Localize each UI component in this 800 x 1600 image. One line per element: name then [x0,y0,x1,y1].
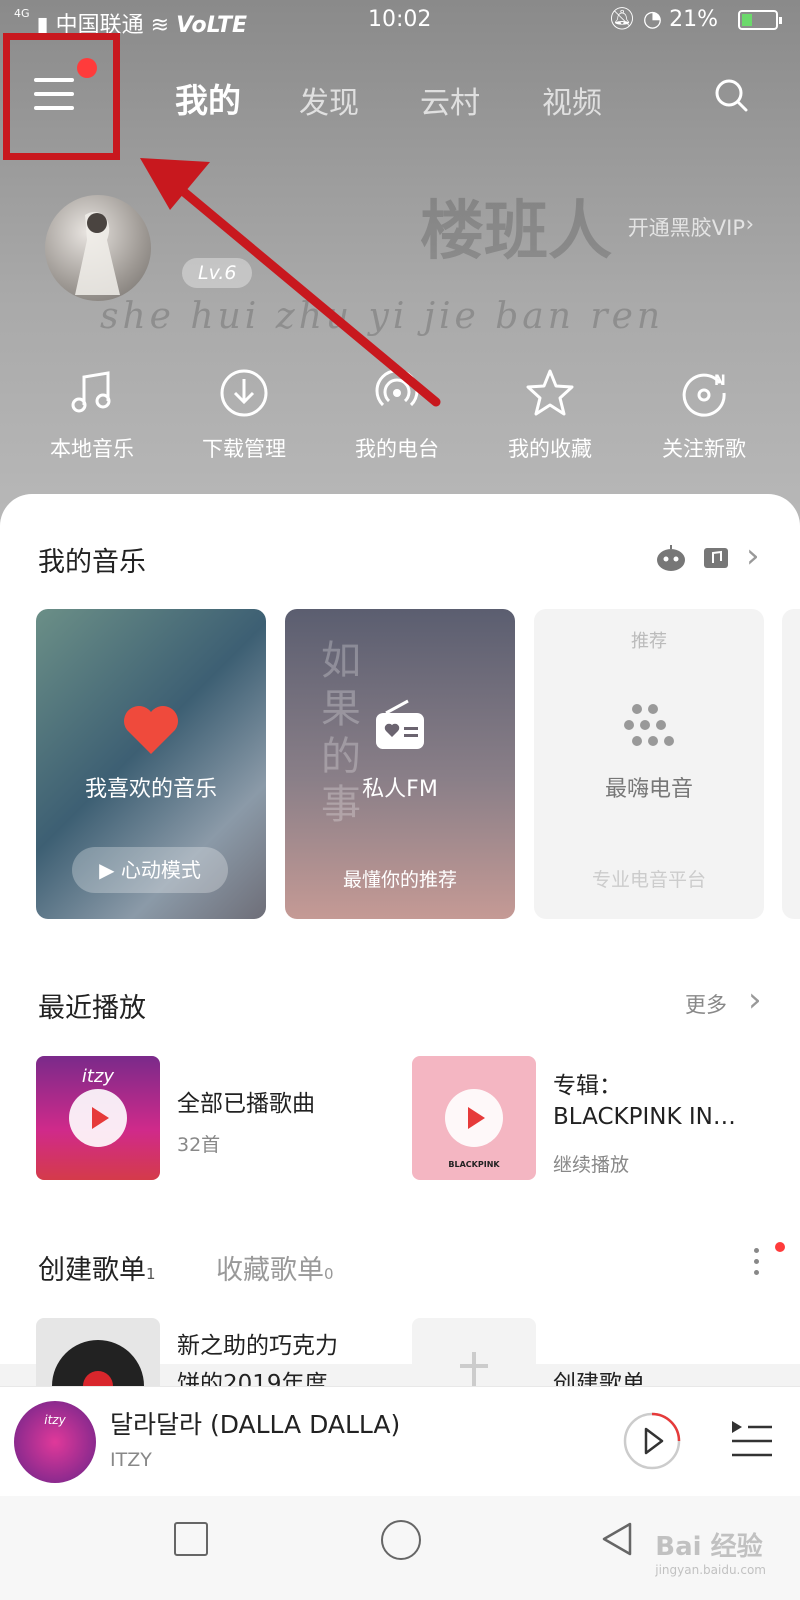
quick-action-downloads[interactable]: 下载管理 [169,365,319,463]
chevron-right-icon[interactable]: › [748,980,762,1020]
playlist-queue-icon[interactable] [728,1415,776,1463]
music-box-icon[interactable] [702,544,730,572]
tile-subtitle: 最懂你的推荐 [342,869,457,891]
recent-item-status: 继续播放 [553,1154,630,1176]
album-art-text: BLACKPINK [448,1160,500,1169]
create-playlist-button[interactable] [412,1318,536,1386]
recent-item-title-line2[interactable]: BLACKPINK IN… [553,1104,763,1130]
svg-text:N: N [714,373,726,389]
quick-action-local-music[interactable]: 本地音乐 [17,365,167,463]
battery-icon [738,10,782,30]
radio-icon [375,369,419,407]
recents-button[interactable] [174,1522,208,1556]
alarm-icon: ◔ [642,7,663,32]
now-playing-artist: ITZY [110,1449,152,1471]
tab-video[interactable]: 视频 [542,78,602,122]
playlist-cover[interactable] [36,1318,160,1386]
tile-title: 我喜欢的音乐 [84,777,217,802]
battery-percent: 🔕︎ ◔ 21% [607,7,718,32]
recent-title: 最近播放 [38,993,146,1024]
recent-album-art[interactable]: itzy [36,1056,160,1180]
tab-mine[interactable]: 我的 [175,74,241,122]
recent-item-title[interactable]: 全部已播歌曲 [177,1084,315,1118]
tile-peek [782,609,800,919]
status-time: 10:02 [368,7,432,32]
heartbeat-mode-button[interactable]: ▶ 心动模式 [72,847,228,893]
vinyl-icon [52,1340,144,1386]
dots-grid-icon [624,704,674,746]
annotation-highlight-box [3,33,120,160]
tab-created-playlists[interactable]: 创建歌单1 [38,1248,156,1287]
play-icon[interactable] [69,1089,127,1147]
recent-item-title[interactable]: 专辑： [553,1066,622,1100]
quick-action-favorites[interactable]: 我的收藏 [475,365,625,463]
tile-title: 最嗨电音 [604,777,693,802]
tile-badge: 推荐 [631,631,667,652]
play-pause-button[interactable] [622,1411,682,1471]
my-music-title: 我的音乐 [38,547,146,578]
search-icon[interactable] [714,78,748,112]
home-button[interactable] [381,1520,421,1560]
robot-icon[interactable] [655,544,687,572]
notification-dot [775,1242,785,1252]
playlist-title-line2[interactable]: 饼的2019年度… [177,1364,351,1386]
heart-icon [124,706,178,754]
recent-item-count: 32首 [177,1134,221,1156]
download-icon [220,369,268,417]
wifi-icon: ≋ [150,13,177,38]
quick-action-my-radio[interactable]: 我的电台 [322,365,472,463]
more-vertical-icon[interactable] [754,1248,760,1275]
status-bar: 4G ▮ 中国联通 ≋ VoLTE 10:02 🔕︎ ◔ 21% [0,0,800,40]
play-icon: ▶ [99,858,115,882]
more-link[interactable]: 更多 [685,989,727,1019]
quick-action-label: 我的收藏 [508,437,592,461]
recent-album-art[interactable]: BLACKPINK [412,1056,536,1180]
quick-action-label: 下载管理 [202,437,286,461]
now-playing-bar[interactable]: itzy 달라달라 (DALLA DALLA) ITZY [0,1386,800,1497]
album-art-text: itzy [81,1066,115,1087]
tile-title: 私人FM [362,777,438,802]
fm-radio-icon [376,699,424,749]
tab-discover[interactable]: 发现 [299,78,359,122]
quick-action-label: 本地音乐 [50,437,134,461]
playlist-title[interactable]: 新之助的巧克力 [177,1326,338,1360]
now-playing-title: 달라달라 (DALLA DALLA) [110,1410,401,1439]
tab-village[interactable]: 云村 [420,78,480,122]
back-button[interactable] [598,1520,636,1558]
music-note-icon [71,371,111,413]
vip-link[interactable]: 开通黑胶VIP [628,212,745,242]
tile-personal-fm[interactable]: 如果的事 私人FM 最懂你的推荐 [285,609,515,919]
mute-icon: 🔕︎ [607,7,636,32]
watermark: Bai 经验 jingyan.baidu.com [655,1532,766,1577]
play-icon[interactable] [445,1089,503,1147]
new-song-icon: N [682,373,726,417]
tab-collected-playlists[interactable]: 收藏歌单0 [216,1248,334,1287]
now-playing-cover[interactable]: itzy [14,1401,96,1483]
create-playlist-label[interactable]: 创建歌单 [553,1364,645,1386]
tile-edm[interactable]: 推荐 最嗨电音 专业电音平台 [534,609,764,919]
tile-subtitle: 专业电音平台 [591,869,706,891]
quick-action-label: 我的电台 [355,437,439,461]
quick-action-label: 关注新歌 [662,437,746,461]
chevron-right-icon[interactable]: › [746,536,760,576]
quick-action-new-songs[interactable]: N 关注新歌 [629,365,779,463]
avatar[interactable] [45,195,151,301]
star-icon [526,369,574,416]
tile-liked-music[interactable]: 我喜欢的音乐 ▶ 心动模式 [36,609,266,919]
chevron-right-icon: › [745,212,754,236]
level-badge: Lv.6 [182,258,253,288]
